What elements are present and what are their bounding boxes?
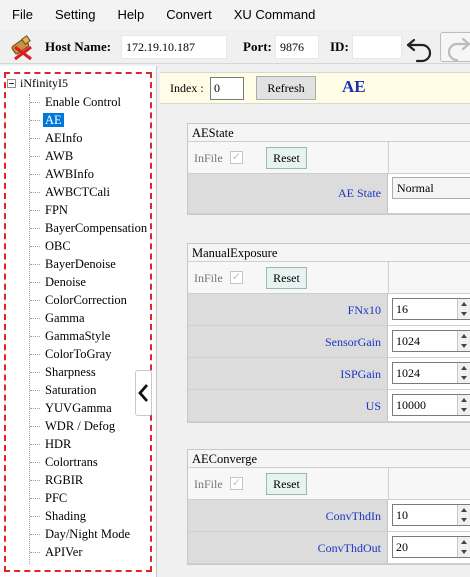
param-name: AE State [338,186,381,200]
tree-item-gamma[interactable]: Gamma [29,309,149,327]
infile-row: InFile ✓ Reset [188,468,470,500]
tree-item-awbinfo[interactable]: AWBInfo [29,165,149,183]
us-stepper[interactable]: 10000 [392,394,470,416]
reset-button[interactable]: Reset [266,267,307,289]
param-name: ISPGain [340,367,381,381]
tree-item-denoise[interactable]: Denoise [29,273,149,291]
chevron-left-icon [138,384,149,402]
param-row-convthdout: ConvThdOut 20 [188,532,470,564]
infile-row: InFile ✓ Reset [188,262,470,294]
disconnected-icon[interactable] [9,33,37,61]
reset-button[interactable]: Reset [266,473,307,495]
fnx10-stepper[interactable]: 16 [392,298,470,320]
group-aeconverge: AEConverge InFile ✓ Reset ConvThdIn 10 C… [187,449,470,565]
tree-item-awbctcali[interactable]: AWBCTCali [29,183,149,201]
tree-item-aeinfo[interactable]: AEInfo [29,129,149,147]
param-name: ConvThdOut [317,541,381,555]
port-label: Port: [243,39,272,54]
tree-item-colortogray[interactable]: ColorToGray [29,345,149,363]
tree-item-yuvgamma[interactable]: YUVGamma [29,399,149,417]
undo-icon[interactable] [402,30,438,64]
collapse-expander-icon[interactable] [7,78,16,88]
collapse-panel-button[interactable] [135,370,152,416]
infile-checkbox[interactable]: ✓ [230,151,243,164]
menu-file[interactable]: File [0,0,44,30]
param-name: SensorGain [325,335,381,349]
infile-label: InFile [194,271,223,285]
tree-item-enable-control[interactable]: Enable Control [29,93,149,111]
tree-item-sharpness[interactable]: Sharpness [29,363,149,381]
tree-item-hdr[interactable]: HDR [29,435,149,453]
page-title: AE [342,77,366,96]
infile-checkbox[interactable]: ✓ [230,477,243,490]
tree-root[interactable]: iNfinityI5 [7,75,68,91]
tree-item-colorcorrection[interactable]: ColorCorrection [29,291,149,309]
param-name: US [365,399,381,413]
tree-item-wdr-defog[interactable]: WDR / Defog [29,417,149,435]
group-aestate: AEState InFile ✓ Reset AE State Normal [187,123,470,215]
content-pane: Index : 0 Refresh AE AEState InFile ✓ Re… [160,66,470,577]
index-label: Index : [170,81,204,95]
menu-setting[interactable]: Setting [44,0,106,30]
redo-icon[interactable] [440,32,470,62]
tree-item-gammastyle[interactable]: GammaStyle [29,327,149,345]
tree-item-fpn[interactable]: FPN [29,201,149,219]
param-name: ConvThdIn [325,509,381,523]
tree-item-shading[interactable]: Shading [29,507,149,525]
infile-row: InFile ✓ Reset [188,142,470,174]
tree-item-pfc[interactable]: PFC [29,489,149,507]
tree-item-rgbir[interactable]: RGBIR [29,471,149,489]
tree-item-day-night-mode[interactable]: Day/Night Mode [29,525,149,543]
host-name-input[interactable]: 172.19.10.187 [121,35,227,59]
tree-item-obc[interactable]: OBC [29,237,149,255]
tree-item-bayerdenoise[interactable]: BayerDenoise [29,255,149,273]
reset-button[interactable]: Reset [266,147,307,169]
tree-items: Enable Control AE AEInfo AWB AWBInfo AWB… [29,93,149,561]
convthdin-stepper[interactable]: 10 [392,504,470,526]
port-input[interactable]: 9876 [275,35,319,59]
infile-label: InFile [194,151,223,165]
menu-xu-command[interactable]: XU Command [223,0,327,30]
param-row-convthdin: ConvThdIn 10 [188,500,470,532]
group-title: AEConverge [188,450,470,468]
param-row-us: US 10000 [188,390,470,422]
ispgain-stepper[interactable]: 1024 [392,362,470,384]
param-row-fnx10: FNx10 16 [188,294,470,326]
tree-item-apiver[interactable]: APIVer [29,543,149,561]
group-title: ManualExposure [188,244,470,262]
menu-help[interactable]: Help [106,0,155,30]
group-title: AEState [188,124,470,142]
index-input[interactable]: 0 [210,77,244,100]
group-manual-exposure: ManualExposure InFile ✓ Reset FNx10 16 S… [187,243,470,423]
convthdout-stepper[interactable]: 20 [392,536,470,558]
tree-pane: iNfinityI5 Enable Control AE AEInfo AWB … [0,66,157,577]
refresh-button[interactable]: Refresh [256,76,316,100]
param-row-ae-state: AE State Normal [188,174,470,214]
index-bar: Index : 0 Refresh AE [160,72,470,104]
menu-convert[interactable]: Convert [155,0,223,30]
tree-item-colortrans[interactable]: Colortrans [29,453,149,471]
param-row-sensorgain: SensorGain 1024 [188,326,470,358]
infile-label: InFile [194,477,223,491]
tree-item-awb[interactable]: AWB [29,147,149,165]
connection-toolbar: Host Name: 172.19.10.187 Port: 9876 ID: [0,30,470,64]
param-name: FNx10 [347,303,381,317]
tree-item-ae[interactable]: AE [29,111,149,129]
infile-checkbox[interactable]: ✓ [230,271,243,284]
host-name-label: Host Name: [45,39,112,54]
tree-root-label: iNfinityI5 [20,75,68,90]
sensorgain-stepper[interactable]: 1024 [392,330,470,352]
tree-item-saturation[interactable]: Saturation [29,381,149,399]
id-input[interactable] [352,35,402,59]
menu-bar: File Setting Help Convert XU Command [0,0,470,30]
ae-state-select[interactable]: Normal [392,177,470,199]
tree-item-bayercompensation[interactable]: BayerCompensation [29,219,149,237]
id-label: ID: [330,39,349,54]
param-row-ispgain: ISPGain 1024 [188,358,470,390]
